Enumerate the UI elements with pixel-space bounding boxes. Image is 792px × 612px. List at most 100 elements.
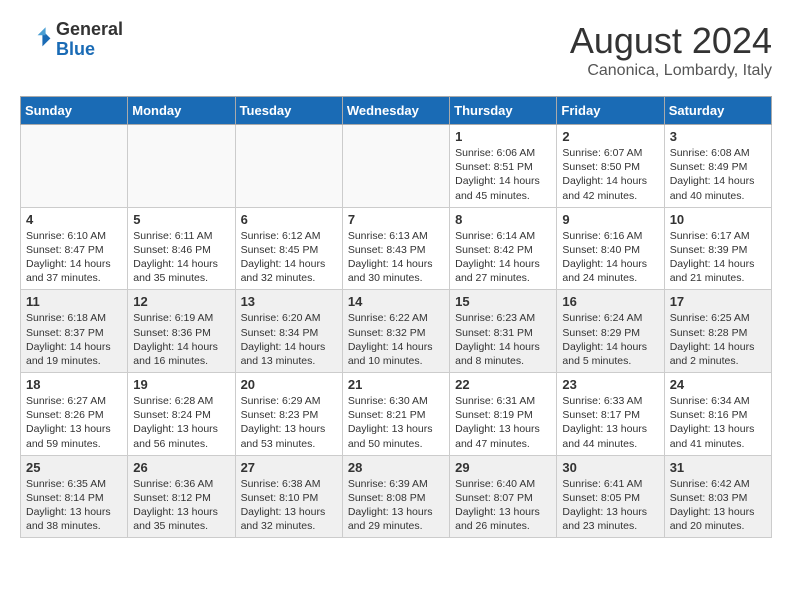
cell-content: Sunrise: 6:41 AMSunset: 8:05 PMDaylight:… <box>562 477 658 534</box>
calendar-cell: 27Sunrise: 6:38 AMSunset: 8:10 PMDayligh… <box>235 455 342 538</box>
calendar-cell: 20Sunrise: 6:29 AMSunset: 8:23 PMDayligh… <box>235 373 342 456</box>
day-number: 9 <box>562 212 658 227</box>
weekday-header-wednesday: Wednesday <box>342 97 449 125</box>
cell-content: Sunrise: 6:34 AMSunset: 8:16 PMDaylight:… <box>670 394 766 451</box>
calendar-cell: 24Sunrise: 6:34 AMSunset: 8:16 PMDayligh… <box>664 373 771 456</box>
cell-content: Sunrise: 6:23 AMSunset: 8:31 PMDaylight:… <box>455 311 551 368</box>
calendar-week-row: 25 Sunrise: 6:35 AMSunset: 8:14 PMDayligh… <box>21 455 772 538</box>
cell-content: Sunrise: 6:31 AMSunset: 8:19 PMDaylight:… <box>455 394 551 451</box>
day-number: 6 <box>241 212 337 227</box>
day-number: 11 <box>26 294 122 309</box>
cell-content: Sunrise: 6:29 AMSunset: 8:23 PMDaylight:… <box>241 394 337 451</box>
cell-content: Sunrise: 6:25 AMSunset: 8:28 PMDaylight:… <box>670 311 766 368</box>
logo-line1: General <box>56 20 123 40</box>
calendar-cell: 5 Sunrise: 6:11 AMSunset: 8:46 PMDaylight… <box>128 207 235 290</box>
day-number: 30 <box>562 460 658 475</box>
day-number: 8 <box>455 212 551 227</box>
calendar-table: SundayMondayTuesdayWednesdayThursdayFrid… <box>20 96 772 538</box>
cell-content: Sunrise: 6:39 AMSunset: 8:08 PMDaylight:… <box>348 477 444 534</box>
cell-content: Sunrise: 6:30 AMSunset: 8:21 PMDaylight:… <box>348 394 444 451</box>
calendar-cell: 6 Sunrise: 6:12 AMSunset: 8:45 PMDaylight… <box>235 207 342 290</box>
calendar-cell <box>128 125 235 208</box>
calendar-cell: 31 Sunrise: 6:42 AMSunset: 8:03 PMDayligh… <box>664 455 771 538</box>
day-number: 21 <box>348 377 444 392</box>
cell-content: Sunrise: 6:18 AMSunset: 8:37 PMDaylight:… <box>26 311 122 368</box>
calendar-cell <box>21 125 128 208</box>
page-header: General Blue August 2024 Canonica, Lomba… <box>20 20 772 80</box>
cell-content: Sunrise: 6:19 AMSunset: 8:36 PMDaylight:… <box>133 311 229 368</box>
logo-icon <box>20 24 52 56</box>
calendar-cell: 23 Sunrise: 6:33 AMSunset: 8:17 PMDayligh… <box>557 373 664 456</box>
day-number: 2 <box>562 129 658 144</box>
day-number: 15 <box>455 294 551 309</box>
weekday-header-monday: Monday <box>128 97 235 125</box>
cell-content: Sunrise: 6:13 AMSunset: 8:43 PMDaylight:… <box>348 229 444 286</box>
calendar-cell: 4 Sunrise: 6:10 AMSunset: 8:47 PMDaylight… <box>21 207 128 290</box>
calendar-cell: 9 Sunrise: 6:16 AMSunset: 8:40 PMDaylight… <box>557 207 664 290</box>
cell-content: Sunrise: 6:11 AMSunset: 8:46 PMDaylight:… <box>133 229 229 286</box>
weekday-header-sunday: Sunday <box>21 97 128 125</box>
day-number: 10 <box>670 212 766 227</box>
title-area: August 2024 Canonica, Lombardy, Italy <box>570 20 772 80</box>
weekday-header-friday: Friday <box>557 97 664 125</box>
calendar-cell: 30 Sunrise: 6:41 AMSunset: 8:05 PMDayligh… <box>557 455 664 538</box>
cell-content: Sunrise: 6:17 AMSunset: 8:39 PMDaylight:… <box>670 229 766 286</box>
day-number: 29 <box>455 460 551 475</box>
calendar-cell: 21 Sunrise: 6:30 AMSunset: 8:21 PMDayligh… <box>342 373 449 456</box>
cell-content: Sunrise: 6:10 AMSunset: 8:47 PMDaylight:… <box>26 229 122 286</box>
calendar-cell: 1Sunrise: 6:06 AMSunset: 8:51 PMDaylight… <box>450 125 557 208</box>
cell-content: Sunrise: 6:28 AMSunset: 8:24 PMDaylight:… <box>133 394 229 451</box>
day-number: 22 <box>455 377 551 392</box>
calendar-cell: 10 Sunrise: 6:17 AMSunset: 8:39 PMDayligh… <box>664 207 771 290</box>
cell-content: Sunrise: 6:40 AMSunset: 8:07 PMDaylight:… <box>455 477 551 534</box>
calendar-cell: 8 Sunrise: 6:14 AMSunset: 8:42 PMDaylight… <box>450 207 557 290</box>
day-number: 5 <box>133 212 229 227</box>
cell-content: Sunrise: 6:33 AMSunset: 8:17 PMDaylight:… <box>562 394 658 451</box>
calendar-cell: 13 Sunrise: 6:20 AMSunset: 8:34 PMDayligh… <box>235 290 342 373</box>
calendar-cell: 18Sunrise: 6:27 AMSunset: 8:26 PMDayligh… <box>21 373 128 456</box>
day-number: 3 <box>670 129 766 144</box>
calendar-cell: 22 Sunrise: 6:31 AMSunset: 8:19 PMDayligh… <box>450 373 557 456</box>
cell-content: Sunrise: 6:08 AMSunset: 8:49 PMDaylight:… <box>670 146 766 203</box>
cell-content: Sunrise: 6:06 AMSunset: 8:51 PMDaylight:… <box>455 146 551 203</box>
calendar-cell: 19 Sunrise: 6:28 AMSunset: 8:24 PMDayligh… <box>128 373 235 456</box>
day-number: 18 <box>26 377 122 392</box>
day-number: 14 <box>348 294 444 309</box>
cell-content: Sunrise: 6:20 AMSunset: 8:34 PMDaylight:… <box>241 311 337 368</box>
day-number: 19 <box>133 377 229 392</box>
calendar-cell: 2Sunrise: 6:07 AMSunset: 8:50 PMDaylight… <box>557 125 664 208</box>
calendar-week-row: 11 Sunrise: 6:18 AMSunset: 8:37 PMDayligh… <box>21 290 772 373</box>
day-number: 12 <box>133 294 229 309</box>
day-number: 31 <box>670 460 766 475</box>
day-number: 26 <box>133 460 229 475</box>
cell-content: Sunrise: 6:38 AMSunset: 8:10 PMDaylight:… <box>241 477 337 534</box>
calendar-cell: 14 Sunrise: 6:22 AMSunset: 8:32 PMDayligh… <box>342 290 449 373</box>
calendar-cell: 16Sunrise: 6:24 AMSunset: 8:29 PMDayligh… <box>557 290 664 373</box>
calendar-week-row: 18Sunrise: 6:27 AMSunset: 8:26 PMDayligh… <box>21 373 772 456</box>
day-number: 4 <box>26 212 122 227</box>
calendar-cell: 25 Sunrise: 6:35 AMSunset: 8:14 PMDayligh… <box>21 455 128 538</box>
day-number: 7 <box>348 212 444 227</box>
calendar-week-row: 4 Sunrise: 6:10 AMSunset: 8:47 PMDaylight… <box>21 207 772 290</box>
calendar-cell: 3 Sunrise: 6:08 AMSunset: 8:49 PMDaylight… <box>664 125 771 208</box>
calendar-cell: 17Sunrise: 6:25 AMSunset: 8:28 PMDayligh… <box>664 290 771 373</box>
cell-content: Sunrise: 6:14 AMSunset: 8:42 PMDaylight:… <box>455 229 551 286</box>
calendar-cell: 12 Sunrise: 6:19 AMSunset: 8:36 PMDayligh… <box>128 290 235 373</box>
calendar-cell: 29 Sunrise: 6:40 AMSunset: 8:07 PMDayligh… <box>450 455 557 538</box>
logo-text: General Blue <box>56 20 123 60</box>
calendar-cell: 15 Sunrise: 6:23 AMSunset: 8:31 PMDayligh… <box>450 290 557 373</box>
day-number: 23 <box>562 377 658 392</box>
cell-content: Sunrise: 6:35 AMSunset: 8:14 PMDaylight:… <box>26 477 122 534</box>
calendar-cell: 7 Sunrise: 6:13 AMSunset: 8:43 PMDaylight… <box>342 207 449 290</box>
cell-content: Sunrise: 6:42 AMSunset: 8:03 PMDaylight:… <box>670 477 766 534</box>
day-number: 13 <box>241 294 337 309</box>
logo: General Blue <box>20 20 123 60</box>
weekday-header-saturday: Saturday <box>664 97 771 125</box>
cell-content: Sunrise: 6:24 AMSunset: 8:29 PMDaylight:… <box>562 311 658 368</box>
day-number: 25 <box>26 460 122 475</box>
cell-content: Sunrise: 6:12 AMSunset: 8:45 PMDaylight:… <box>241 229 337 286</box>
cell-content: Sunrise: 6:16 AMSunset: 8:40 PMDaylight:… <box>562 229 658 286</box>
cell-content: Sunrise: 6:22 AMSunset: 8:32 PMDaylight:… <box>348 311 444 368</box>
calendar-cell <box>235 125 342 208</box>
logo-line2: Blue <box>56 40 123 60</box>
